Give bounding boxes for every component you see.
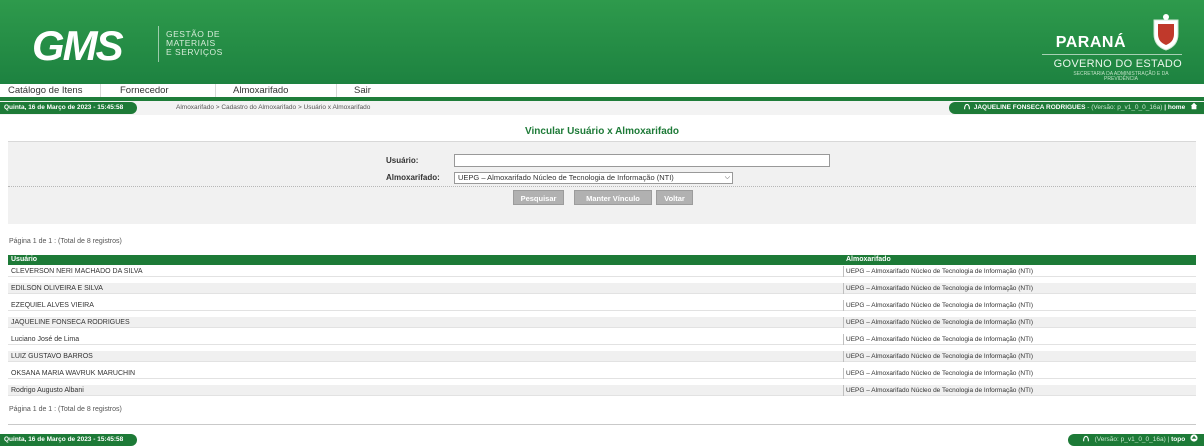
table-row[interactable]: EDILSON OLIVEIRA E SILVA UEPG – Almoxari… — [8, 283, 1196, 294]
usuario-label: Usuário: — [386, 156, 419, 165]
cell-almoxarifado: UEPG – Almoxarifado Núcleo de Tecnologia… — [843, 300, 1196, 311]
form-divider — [8, 186, 1196, 187]
app-header: GMS GESTÃO DE MATERIAIS E SERVIÇOS PARAN… — [0, 0, 1204, 84]
status-bar: Quinta, 16 de Março de 2023 - 15:45:58 A… — [0, 101, 1204, 115]
voltar-button[interactable]: Voltar — [656, 190, 693, 205]
user-info: JAQUELINE FONSECA RODRIGUES - (Versão: p… — [948, 102, 1204, 114]
column-header-usuario[interactable]: Usuário — [8, 255, 37, 265]
usuario-input[interactable] — [454, 154, 830, 167]
parana-coat-of-arms-icon — [1153, 14, 1179, 51]
logo-subtitle: GESTÃO DE MATERIAIS E SERVIÇOS — [166, 30, 223, 57]
cell-usuario: Rodrigo Augusto Albani — [11, 387, 84, 394]
menu-item-fornecedor[interactable]: Fornecedor — [112, 84, 216, 97]
cell-usuario: LUIZ GUSTAVO BARROS — [11, 353, 93, 360]
almoxarifado-selected: UEPG – Almoxarifado Núcleo de Tecnologia… — [458, 173, 674, 182]
gms-logo: GMS — [32, 22, 126, 66]
table-row[interactable]: Luciano José de Lima UEPG – Almoxarifado… — [8, 334, 1196, 345]
menu-item-almoxarifado[interactable]: Almoxarifado — [225, 84, 337, 97]
footer-info: (Versão: p_v1_0_0_16a) | topo — [1067, 434, 1204, 446]
cell-almoxarifado: UEPG – Almoxarifado Núcleo de Tecnologia… — [843, 283, 1196, 294]
user-name: JAQUELINE FONSECA RODRIGUES — [973, 104, 1086, 111]
cell-usuario: JAQUELINE FONSECA RODRIGUES — [11, 319, 130, 326]
menu-item-catalogo[interactable]: Catálogo de Itens — [0, 84, 101, 97]
cell-almoxarifado: UEPG – Almoxarifado Núcleo de Tecnologia… — [843, 266, 1196, 277]
cell-usuario: OKSANA MARIA WAVRUK MARUCHIN — [11, 370, 136, 377]
manter-vinculo-button[interactable]: Manter Vínculo — [574, 190, 652, 205]
footer-date: Quinta, 16 de Março de 2023 - 15:45:58 — [0, 434, 138, 446]
government-logo: PARANÁ GOVERNO DO ESTADO SECRETARIA DA A… — [1042, 12, 1182, 82]
version-label: - (Versão: p_v1_0_0_16a) — [1087, 104, 1163, 111]
pesquisar-button[interactable]: Pesquisar — [513, 190, 564, 205]
menu-item-sair[interactable]: Sair — [346, 84, 371, 97]
cell-almoxarifado: UEPG – Almoxarifado Núcleo de Tecnologia… — [843, 351, 1196, 362]
table-row[interactable]: JAQUELINE FONSECA RODRIGUES UEPG – Almox… — [8, 317, 1196, 328]
gov-secretaria: SECRETARIA DA ADMINISTRAÇÃO E DA PREVIDÊ… — [1073, 71, 1169, 82]
pagination-info-top: Página 1 de 1 : (Total de 8 registros) — [9, 238, 122, 245]
almoxarifado-label: Almoxarifado: — [386, 173, 440, 182]
cell-usuario: CLEVERSON NERI MACHADO DA SILVA — [11, 268, 143, 275]
table-row[interactable]: EZEQUIEL ALVES VIEIRA UEPG – Almoxarifad… — [8, 300, 1196, 311]
table-row[interactable]: LUIZ GUSTAVO BARROS UEPG – Almoxarifado … — [8, 351, 1196, 362]
table-row[interactable]: CLEVERSON NERI MACHADO DA SILVA UEPG – A… — [8, 266, 1196, 277]
cell-almoxarifado: UEPG – Almoxarifado Núcleo de Tecnologia… — [843, 368, 1196, 379]
arrow-up-icon[interactable] — [1190, 434, 1198, 442]
gov-divider — [1042, 54, 1182, 55]
cell-usuario: EZEQUIEL ALVES VIEIRA — [11, 302, 94, 309]
gov-state-name: PARANÁ — [1055, 34, 1126, 51]
table-header: Usuário Almoxarifado — [8, 255, 1196, 265]
footer-version: (Versão: p_v1_0_0_16a) — [1094, 436, 1166, 443]
chevron-down-icon: ⌵ — [724, 174, 730, 181]
logo-divider — [158, 26, 159, 62]
user-icon — [963, 103, 970, 110]
breadcrumb: Almoxarifado > Cadastro do Almoxarifado … — [176, 104, 371, 111]
home-icon[interactable] — [1190, 102, 1198, 110]
column-header-almoxarifado[interactable]: Almoxarifado — [843, 255, 891, 265]
current-date: Quinta, 16 de Março de 2023 - 15:45:58 — [0, 102, 138, 114]
search-form: Usuário: Almoxarifado: UEPG – Almoxarifa… — [8, 141, 1196, 224]
topo-link[interactable]: topo — [1171, 436, 1185, 443]
logo-sub-line: E SERVIÇOS — [166, 47, 223, 57]
page-title: Vincular Usuário x Almoxarifado — [525, 126, 679, 137]
user-icon — [1082, 435, 1089, 442]
gms-logo-text: GMS — [32, 22, 124, 66]
pagination-info-bottom: Página 1 de 1 : (Total de 8 registros) — [9, 406, 122, 413]
almoxarifado-select[interactable]: UEPG – Almoxarifado Núcleo de Tecnologia… — [454, 172, 733, 184]
bottom-status-bar: Quinta, 16 de Março de 2023 - 15:45:58 (… — [0, 434, 1204, 447]
table-row[interactable]: OKSANA MARIA WAVRUK MARUCHIN UEPG – Almo… — [8, 368, 1196, 379]
home-link[interactable]: home — [1168, 104, 1185, 111]
cell-almoxarifado: UEPG – Almoxarifado Núcleo de Tecnologia… — [843, 385, 1196, 396]
gov-title: GOVERNO DO ESTADO — [1053, 58, 1182, 70]
cell-usuario: Luciano José de Lima — [11, 336, 80, 343]
cell-almoxarifado: UEPG – Almoxarifado Núcleo de Tecnologia… — [843, 334, 1196, 345]
cell-usuario: EDILSON OLIVEIRA E SILVA — [11, 285, 103, 292]
main-menu: Catálogo de Itens Fornecedor Almoxarifad… — [0, 84, 1204, 97]
cell-almoxarifado: UEPG – Almoxarifado Núcleo de Tecnologia… — [843, 317, 1196, 328]
table-row[interactable]: Rodrigo Augusto Albani UEPG – Almoxarifa… — [8, 385, 1196, 396]
footer-divider — [8, 424, 1196, 425]
